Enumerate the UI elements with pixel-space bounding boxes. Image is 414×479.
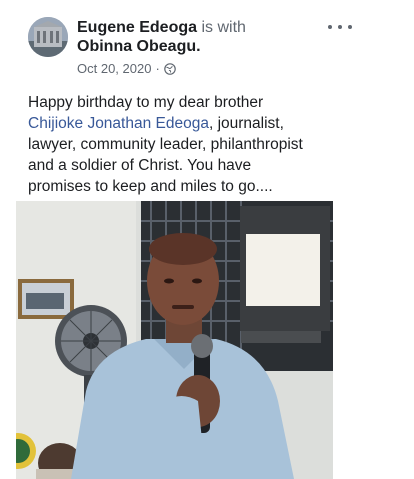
tagged-suffix: . (196, 38, 201, 55)
mention-link[interactable]: Chijioke Jonathan Edeoga (28, 115, 209, 132)
author-name[interactable]: Eugene Edeoga (77, 19, 197, 36)
post-text: Happy birthday to my dear brother Chijio… (28, 92, 358, 197)
post-text-line-2-rest: , journalist, (208, 115, 284, 132)
post-header: Eugene Edeoga is with Obinna Obeagu. Oct… (28, 15, 388, 77)
post-text-line-3: lawyer, community leader, philanthropist (28, 136, 303, 153)
post-date[interactable]: Oct 20, 2020 (77, 61, 151, 76)
tagged-line: Obinna Obeagu. (77, 37, 201, 56)
with-text: is with (201, 19, 246, 36)
author-line: Eugene Edeoga is with (77, 18, 246, 37)
meta-separator: · (155, 61, 160, 76)
post-photo[interactable] (16, 201, 333, 479)
post-text-line-2: Chijioke Jonathan Edeoga, journalist, (28, 113, 358, 134)
post-text-line-5: promises to keep and miles to go.... (28, 178, 273, 195)
post-text-line-4: and a soldier of Christ. You have (28, 157, 252, 174)
more-options-icon[interactable] (328, 20, 352, 34)
author-avatar[interactable] (28, 17, 68, 57)
more-dot (338, 25, 342, 29)
post-meta: Oct 20, 2020 · (77, 61, 176, 76)
post-text-line-1: Happy birthday to my dear brother (28, 94, 264, 111)
more-dot (348, 25, 352, 29)
facebook-post: Eugene Edeoga is with Obinna Obeagu. Oct… (0, 0, 414, 479)
more-dot (328, 25, 332, 29)
globe-icon[interactable] (163, 62, 176, 75)
tagged-person[interactable]: Obinna Obeagu (77, 38, 196, 55)
